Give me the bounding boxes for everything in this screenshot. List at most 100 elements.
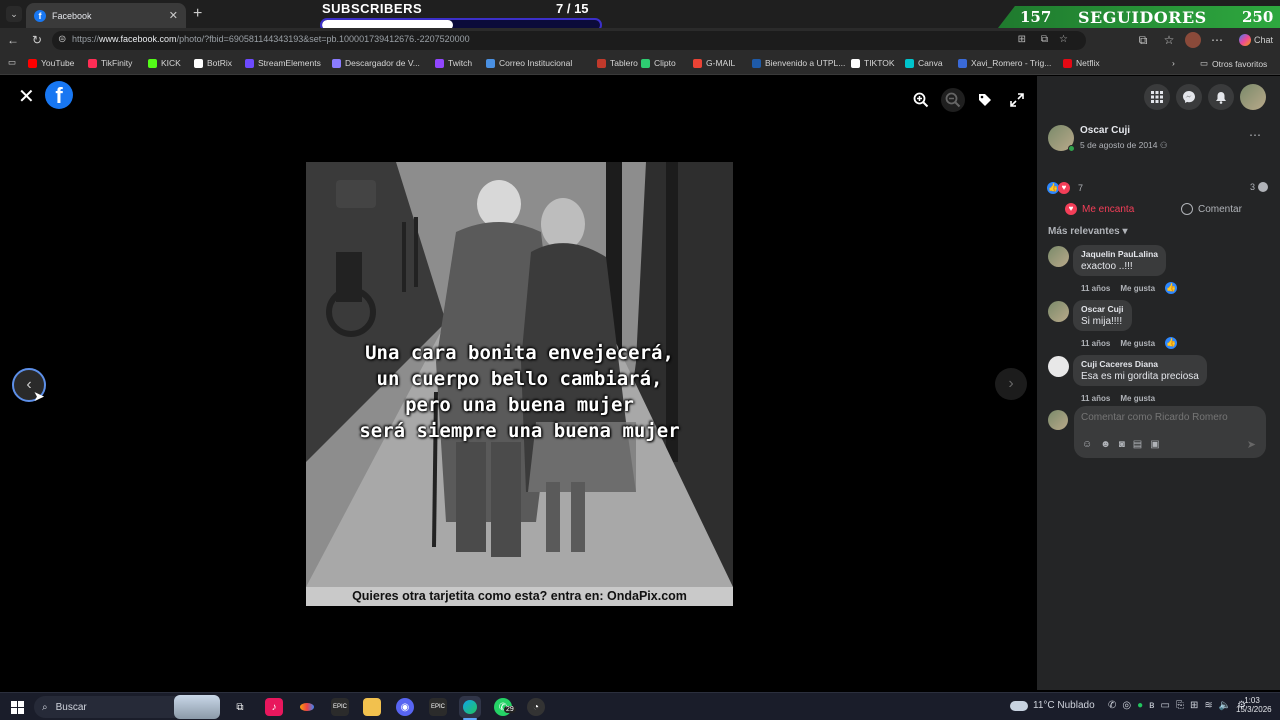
comment-time[interactable]: 11 años: [1081, 339, 1110, 348]
comment-button[interactable]: Comentar: [1181, 203, 1242, 215]
commenter-avatar[interactable]: [1048, 301, 1069, 322]
search-highlight-image: [174, 695, 220, 719]
bookmark-item[interactable]: Tablero: [597, 58, 638, 68]
copilot-chat-button[interactable]: Chat: [1234, 33, 1278, 47]
facebook-logo[interactable]: f: [45, 81, 73, 109]
address-bar[interactable]: ⊜ https://www.facebook.com/photo/?fbid=6…: [52, 31, 1086, 50]
commenter-name[interactable]: Cuji Caceres Diana: [1081, 359, 1199, 369]
weather-widget[interactable]: 11°C Nublado: [1010, 700, 1095, 711]
sticker-icon[interactable]: ▣: [1150, 439, 1159, 450]
tab-close-icon[interactable]: ✕: [169, 9, 178, 22]
messenger-icon[interactable]: [1176, 84, 1202, 110]
comment-composer[interactable]: ☺ ☻ ◙ ▤ ▣ ➤: [1074, 406, 1266, 458]
new-tab-button[interactable]: +: [193, 5, 202, 23]
bookmark-item[interactable]: BotRix: [194, 58, 232, 68]
commenter-avatar[interactable]: [1048, 246, 1069, 267]
epic-launcher-icon[interactable]: EPIC: [429, 698, 447, 716]
bookmark-item[interactable]: StreamElements: [245, 58, 321, 68]
commenter-name[interactable]: Jaquelin PauLalina: [1081, 249, 1158, 259]
next-photo-button[interactable]: ›: [995, 368, 1027, 400]
commenter-avatar[interactable]: [1048, 356, 1069, 377]
reload-icon[interactable]: ↻: [30, 33, 44, 47]
close-icon[interactable]: ✕: [18, 84, 35, 109]
bookmark-item[interactable]: Netflix: [1063, 58, 1100, 68]
comment-like-button[interactable]: Me gusta: [1120, 284, 1155, 293]
file-explorer-icon[interactable]: [363, 698, 381, 716]
post-author[interactable]: Oscar Cuji: [1080, 125, 1130, 136]
bookmark-item[interactable]: YouTube: [28, 58, 74, 68]
volume-icon[interactable]: 🔈: [1219, 700, 1231, 711]
bookmark-item[interactable]: Descargador de V...: [332, 58, 420, 68]
tray-bluetooth-icon[interactable]: ʙ: [1149, 700, 1154, 711]
reactions-summary[interactable]: 👍 ♥ 7: [1047, 182, 1083, 194]
reading-list-icon[interactable]: ▭: [8, 57, 16, 68]
epic-games-icon[interactable]: EPIC: [331, 698, 349, 716]
emoji-icon[interactable]: ☻: [1100, 439, 1111, 450]
bookmark-item[interactable]: Clipto: [641, 58, 676, 68]
bookmark-item[interactable]: G-MAIL: [693, 58, 735, 68]
love-button[interactable]: ♥ Me encanta: [1065, 203, 1134, 215]
bookmark-item[interactable]: Bienvenido a UTPL...: [752, 58, 845, 68]
account-avatar[interactable]: [1240, 84, 1266, 110]
tiktok-studio-icon[interactable]: ♪: [265, 698, 283, 716]
back-icon[interactable]: ←: [6, 33, 20, 47]
comment-sort-dropdown[interactable]: Más relevantes ▾: [1048, 226, 1128, 237]
commenter-name[interactable]: Oscar Cuji: [1081, 304, 1124, 314]
post-date[interactable]: 5 de agosto de 2014: [1080, 140, 1158, 150]
comment-time[interactable]: 11 años: [1081, 284, 1110, 293]
edge-browser-icon[interactable]: [459, 696, 481, 718]
bookmark-item[interactable]: Canva: [905, 58, 943, 68]
post-options-icon[interactable]: ⋯: [1249, 128, 1261, 142]
tray-whatsapp-icon[interactable]: ✆: [1108, 700, 1116, 711]
menu-grid-icon[interactable]: [1144, 84, 1170, 110]
favorites-icon[interactable]: ☆: [1162, 33, 1176, 47]
profile-avatar[interactable]: [1185, 32, 1201, 48]
notifications-bell-icon[interactable]: [1208, 84, 1234, 110]
tag-icon[interactable]: [973, 88, 997, 112]
tab-list-button[interactable]: ⌄: [6, 6, 22, 22]
zoom-out-icon[interactable]: [941, 88, 965, 112]
comment-time[interactable]: 11 años: [1081, 394, 1110, 403]
task-view-icon[interactable]: ⧉: [231, 698, 249, 716]
bookmark-item[interactable]: Twitch: [435, 58, 472, 68]
extensions-icon[interactable]: ⧉: [1136, 33, 1150, 47]
tray-grid-icon[interactable]: ⊞: [1190, 700, 1198, 711]
wifi-icon[interactable]: ≋: [1204, 700, 1212, 711]
comment-input[interactable]: [1081, 412, 1251, 423]
bookmark-item[interactable]: TIKTOK: [851, 58, 895, 68]
comment-meta: 11 años Me gusta: [1081, 394, 1155, 403]
bookmark-item[interactable]: TikFinity: [88, 58, 132, 68]
windows-start-icon[interactable]: [8, 698, 26, 716]
tray-lan-icon[interactable]: ⎘: [1176, 700, 1184, 711]
bookmark-star-icon[interactable]: ☆: [1059, 34, 1068, 45]
comment-like-button[interactable]: Me gusta: [1120, 339, 1155, 348]
bookmark-item[interactable]: Correo Institucional: [486, 58, 572, 68]
camera-icon[interactable]: ◙: [1119, 439, 1125, 450]
tray-green-icon[interactable]: ●: [1137, 700, 1143, 711]
more-menu-icon[interactable]: ⋯: [1210, 33, 1224, 47]
bookmarks-overflow-icon[interactable]: ›: [1172, 58, 1175, 68]
browser-tab[interactable]: f Facebook ✕: [26, 3, 186, 28]
gif-icon[interactable]: ▤: [1133, 439, 1142, 450]
bookmark-item[interactable]: Xavi_Romero - Trig...: [958, 58, 1051, 68]
app-colored-icon[interactable]: [298, 698, 316, 716]
site-info-icon[interactable]: ⊜: [58, 34, 66, 45]
tray-app-icon[interactable]: ◎: [1122, 700, 1131, 711]
install-app-icon[interactable]: ⊞: [1018, 34, 1026, 45]
clock[interactable]: 1:03 15/3/2026: [1236, 696, 1272, 714]
other-bookmarks[interactable]: ▭ Otros favoritos: [1200, 58, 1267, 69]
translate-icon[interactable]: ⧉: [1041, 34, 1048, 45]
tray-monitor-icon[interactable]: ▭: [1160, 700, 1169, 711]
photo-caption-line: Una cara bonita envejecerá,: [365, 342, 674, 364]
app-dial-icon[interactable]: ◔: [527, 698, 545, 716]
avatar-sticker-icon[interactable]: ☺: [1082, 439, 1092, 450]
zoom-in-icon[interactable]: [909, 88, 933, 112]
bookmark-item[interactable]: KICK: [148, 58, 181, 68]
comments-count-link[interactable]: 3: [1250, 182, 1269, 192]
url-text: https://www.facebook.com/photo/?fbid=690…: [72, 34, 470, 44]
obs-icon[interactable]: ◉: [396, 698, 414, 716]
fullscreen-icon[interactable]: [1005, 88, 1029, 112]
bookmark-favicon-icon: [245, 58, 254, 68]
send-icon[interactable]: ➤: [1247, 438, 1256, 451]
comment-like-button[interactable]: Me gusta: [1120, 394, 1155, 403]
